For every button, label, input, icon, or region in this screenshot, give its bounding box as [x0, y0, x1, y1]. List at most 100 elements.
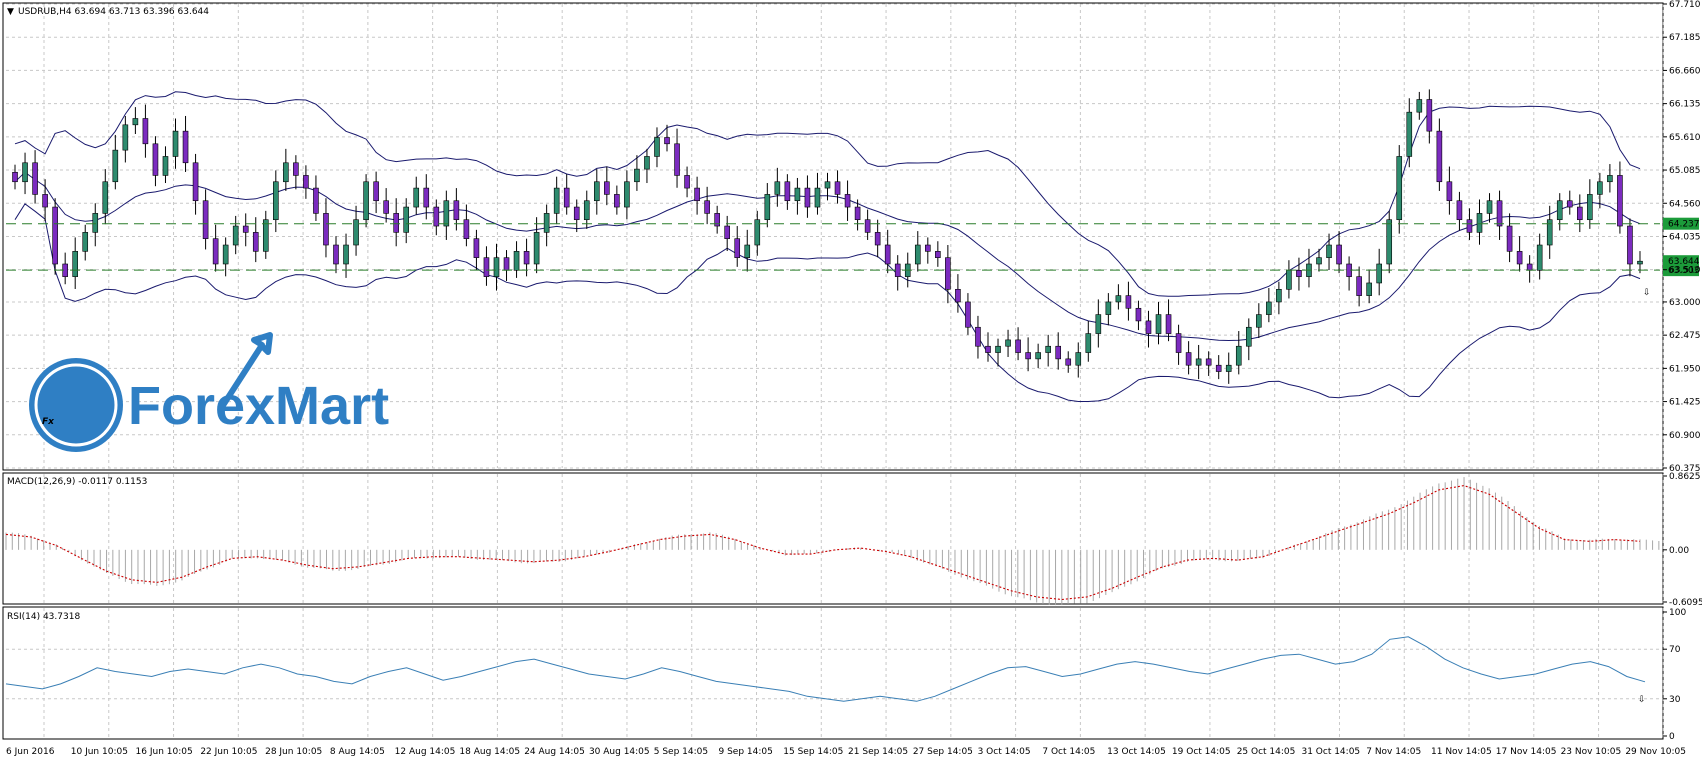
x-axis-tick-label: 6 Jun 2016	[6, 747, 55, 757]
bull-candle	[1386, 219, 1393, 265]
bull-candle	[1045, 345, 1051, 353]
y-axis-tick-label: 67.710	[1669, 0, 1701, 10]
y-axis-tick-label: 64.560	[1669, 199, 1701, 209]
bear-candle	[192, 162, 199, 202]
bear-candle	[1506, 225, 1513, 252]
bear-candle	[674, 143, 680, 176]
macd-panel-header: MACD(12,26,9) -0.0117 0.1153	[7, 477, 147, 487]
bull-candle	[162, 156, 169, 176]
bear-candle	[1627, 225, 1633, 265]
x-axis-tick-label: 22 Jun 10:05	[200, 747, 257, 757]
bull-candle	[493, 257, 500, 277]
x-axis-tick-label: 17 Nov 14:05	[1496, 747, 1557, 757]
x-axis-tick-label: 18 Aug 14:05	[459, 747, 520, 757]
x-axis-tick-label: 9 Sep 14:05	[719, 747, 773, 757]
x-axis-tick-label: 29 Nov 10:05	[1625, 747, 1686, 757]
rsi-axis-label: 30	[1669, 695, 1681, 705]
fx-logo-icon	[29, 358, 123, 452]
bear-candle	[453, 200, 460, 221]
bear-candle	[1336, 244, 1342, 265]
bull-candle	[283, 162, 289, 183]
bull-candle	[1326, 244, 1332, 258]
bull-candle	[593, 181, 600, 202]
bull-candle	[644, 156, 650, 170]
main-panel-header: USDRUB,H4 63.694 63.713 63.396 63.644	[18, 7, 209, 17]
bear-candle	[1165, 314, 1172, 334]
bear-candle	[874, 232, 881, 246]
bear-candle	[423, 187, 430, 208]
bull-candle	[794, 187, 801, 202]
bear-candle	[503, 257, 510, 271]
bear-candle	[965, 301, 971, 328]
bear-candle	[854, 206, 861, 221]
bear-candle	[844, 194, 851, 208]
bear-candle	[1446, 181, 1453, 202]
main-header-arrow-icon[interactable]: ▼	[7, 7, 14, 17]
y-axis-tick-label: 62.475	[1669, 331, 1701, 341]
y-axis-tick-label: 60.900	[1669, 431, 1701, 441]
bull-candle	[82, 232, 89, 252]
bull-candle	[764, 194, 771, 221]
bull-candle	[1155, 314, 1162, 334]
chart-canvas: 64.23763.64463.503 6 Jun 2016 10 Jun 10:0…	[0, 0, 1702, 762]
bull-candle	[122, 124, 129, 151]
bull-candle	[995, 345, 1001, 353]
bear-candle	[1135, 307, 1142, 322]
bull-candle	[1406, 111, 1413, 157]
x-axis-tick-label: 28 Jun 10:05	[265, 747, 322, 757]
bear-candle	[563, 187, 570, 208]
y-axis-tick-label: 61.950	[1669, 364, 1701, 374]
bull-candle	[172, 130, 179, 157]
x-axis-tick-label: 16 Jun 10:05	[136, 747, 193, 757]
bear-candle	[1566, 200, 1573, 208]
y-axis-tick-label: 66.660	[1669, 66, 1701, 76]
bear-candle	[724, 225, 730, 239]
bear-candle	[604, 181, 610, 195]
chart-window: 64.237 63.644 63.503 6 Jun 2016 10 Jun 10:0…	[0, 0, 1702, 762]
bear-candle	[202, 200, 209, 239]
rsi-axis-label: 70	[1669, 645, 1681, 655]
bull-candle	[824, 181, 831, 189]
x-axis-tick-label: 19 Oct 14:05	[1172, 747, 1231, 757]
x-axis-tick-label: 3 Oct 14:05	[978, 747, 1031, 757]
bear-candle	[1617, 175, 1623, 227]
rsi-axis-label: 0	[1669, 732, 1675, 742]
bull-candle	[814, 187, 821, 208]
bear-candle	[393, 213, 399, 233]
bear-candle	[313, 187, 319, 214]
bear-candle	[333, 244, 339, 265]
price-tag: 64.237	[1663, 217, 1700, 230]
bear-candle	[784, 181, 791, 202]
bear-candle	[985, 345, 991, 353]
bull-candle	[1416, 99, 1423, 113]
bear-candle	[1065, 358, 1072, 366]
bear-candle	[834, 181, 841, 195]
bull-candle	[102, 181, 109, 214]
x-axis-tick-label: 10 Jun 10:05	[71, 747, 128, 757]
bear-candle	[1015, 339, 1021, 353]
main-signal-down-arrow-icon: ⇩	[1643, 288, 1651, 298]
macd-axis-label: 0.00	[1669, 546, 1689, 556]
bull-candle	[744, 244, 751, 258]
bear-candle	[1025, 352, 1031, 360]
bear-candle	[955, 288, 961, 303]
bear-candle	[303, 175, 309, 189]
x-axis-tick-label: 11 Nov 14:05	[1431, 747, 1492, 757]
x-axis-tick-label: 7 Nov 14:05	[1366, 747, 1421, 757]
macd-axis-label: 0.8625	[1669, 472, 1701, 482]
y-axis-tick-label: 65.085	[1669, 166, 1701, 176]
y-axis-tick-label: 67.185	[1669, 33, 1701, 43]
bull-candle	[353, 219, 359, 246]
bull-candle	[654, 137, 660, 157]
bull-candle	[1286, 270, 1292, 290]
x-axis-tick-label: 8 Aug 14:05	[330, 747, 385, 757]
x-axis-tick-label: 7 Oct 14:05	[1042, 747, 1095, 757]
x-axis-tick-label: 21 Sep 14:05	[848, 747, 908, 757]
bear-candle	[1426, 99, 1433, 132]
bear-candle	[1055, 345, 1062, 360]
bull-candle	[413, 187, 420, 208]
bull-candle	[72, 251, 78, 277]
bull-candle	[1005, 339, 1011, 347]
bear-candle	[1185, 352, 1192, 366]
bear-candle	[483, 257, 490, 277]
